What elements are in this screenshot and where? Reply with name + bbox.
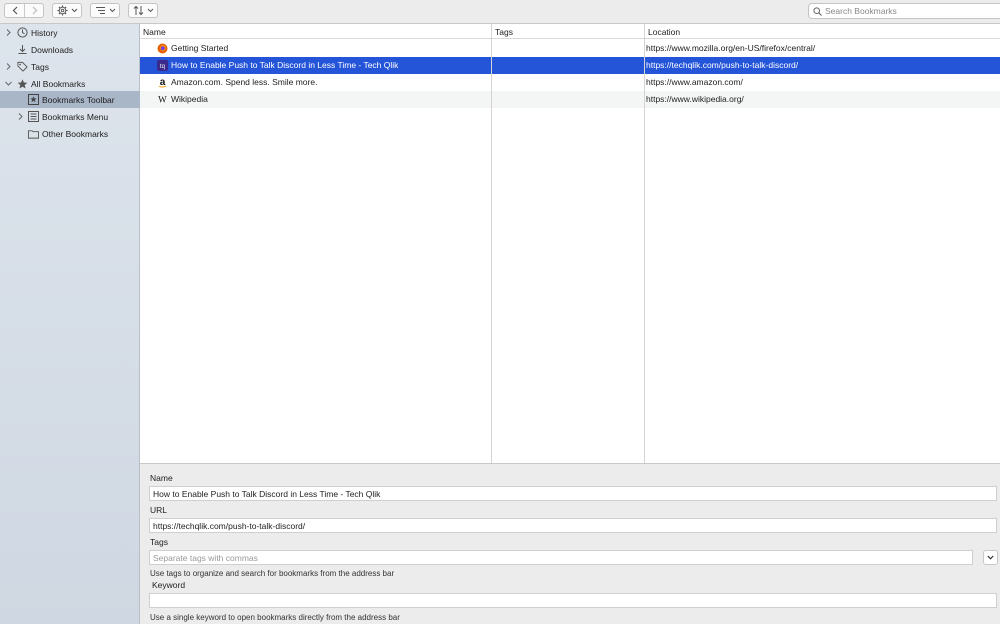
star-icon [17,78,28,89]
bookmark-location: https://www.amazon.com/ [646,77,743,87]
bookmarks-table: Name Tags Location Getting Started https… [140,24,1000,463]
tag-icon [17,61,28,72]
clock-icon [17,27,28,38]
sidebar-item-label: Bookmarks Menu [42,111,109,122]
bookmark-name: How to Enable Push to Talk Discord in Le… [171,60,399,70]
chevron-right-icon [6,63,11,70]
sidebar-item-label: Tags [31,61,49,72]
bookmark-name: Getting Started [171,43,229,53]
bookmark-tags [494,91,642,108]
disclosure-triangle[interactable] [4,62,13,71]
table-row[interactable]: a Amazon.com. Spend less. Smile more. ht… [140,74,1000,91]
chevron-right-icon [18,113,23,120]
url-label: URL [150,505,168,515]
bookmark-name: Wikipedia [171,94,208,104]
bookmarks-toolbar-icon [28,94,39,105]
chevron-down-icon [5,81,12,86]
chevron-right-icon [32,6,38,15]
keyword-help-text: Use a single keyword to open bookmarks d… [150,613,400,622]
bookmark-tags [494,40,642,57]
sidebar-item-bookmarks-menu[interactable]: Bookmarks Menu [0,108,140,125]
sidebar-item-label: Downloads [31,44,74,55]
folder-icon [28,128,39,139]
amazon-icon: a [157,77,168,88]
sidebar-item-label: Bookmarks Toolbar [42,94,115,105]
search-icon [813,6,822,16]
search-bookmarks-box[interactable] [808,3,1000,19]
sidebar-item-label: History [31,27,58,38]
sidebar-item-bookmarks-toolbar[interactable]: Bookmarks Toolbar [0,91,140,108]
chevron-left-icon [12,6,17,15]
column-header-location[interactable]: Location [645,24,680,39]
sidebar-item-label: All Bookmarks [31,78,86,89]
search-input[interactable] [825,6,995,16]
forward-button[interactable] [25,4,44,17]
wikipedia-icon: W [157,94,168,105]
download-icon [17,44,28,55]
disclosure-triangle[interactable] [16,112,25,121]
views-button[interactable] [90,3,120,18]
bookmarks-menu-icon [28,111,39,122]
keyword-field[interactable] [149,593,997,608]
tags-field[interactable] [149,550,973,565]
techqlik-icon: tq [157,60,168,71]
keyword-label: Keyword [152,580,186,590]
sidebar: History Downloads Tags All Bookmarks Boo… [0,24,140,624]
organize-button[interactable] [52,3,82,18]
table-row[interactable]: W Wikipedia https://www.wikipedia.org/ [140,91,1000,108]
column-divider[interactable] [644,24,645,463]
sort-arrows-icon [133,5,143,16]
chevron-down-icon [71,8,77,13]
svg-text:W: W [158,95,167,105]
column-header-tags[interactable]: Tags [492,24,513,39]
table-row[interactable]: tq How to Enable Push to Talk Discord in… [140,57,1000,74]
sidebar-item-downloads[interactable]: Downloads [0,41,140,58]
navigation-buttons [4,3,44,18]
import-export-button[interactable] [128,3,158,18]
sidebar-item-other-bookmarks[interactable]: Other Bookmarks [0,125,140,142]
tags-dropdown-button[interactable] [983,550,998,565]
chevron-down-icon [987,555,994,560]
tags-label: Tags [150,537,168,547]
disclosure-triangle[interactable] [4,28,13,37]
sidebar-item-label: Other Bookmarks [42,128,109,139]
column-header-name[interactable]: Name [140,24,166,39]
bookmark-name: Amazon.com. Spend less. Smile more. [171,77,318,87]
tags-help-text: Use tags to organize and search for book… [150,569,395,578]
table-row[interactable]: Getting Started https://www.mozilla.org/… [140,40,1000,57]
chevron-down-icon [147,8,153,13]
sidebar-item-tags[interactable]: Tags [0,58,140,75]
toolbar [0,0,1000,24]
bookmark-details-pane: Name URL Tags Use tags to organize and s… [140,463,1000,624]
sidebar-item-history[interactable]: History [0,24,140,41]
bookmark-location: https://techqlik.com/push-to-talk-discor… [646,60,799,70]
url-field[interactable] [149,518,997,533]
gear-icon [56,5,68,16]
sidebar-item-all-bookmarks[interactable]: All Bookmarks [0,75,140,92]
back-button[interactable] [5,4,25,17]
name-field[interactable] [149,486,997,501]
column-divider[interactable] [491,24,492,463]
table-header: Name Tags Location [140,24,1000,39]
list-view-icon [95,7,105,14]
name-label: Name [150,473,173,483]
bookmark-tags [494,74,642,91]
bookmark-location: https://www.mozilla.org/en-US/firefox/ce… [646,43,816,53]
chevron-right-icon [6,29,11,36]
chevron-down-icon [109,8,115,13]
svg-text:tq: tq [160,64,165,70]
disclosure-triangle[interactable] [4,79,13,88]
bookmark-location: https://www.wikipedia.org/ [646,94,744,104]
bookmark-tags [494,57,642,74]
firefox-icon [157,43,168,54]
